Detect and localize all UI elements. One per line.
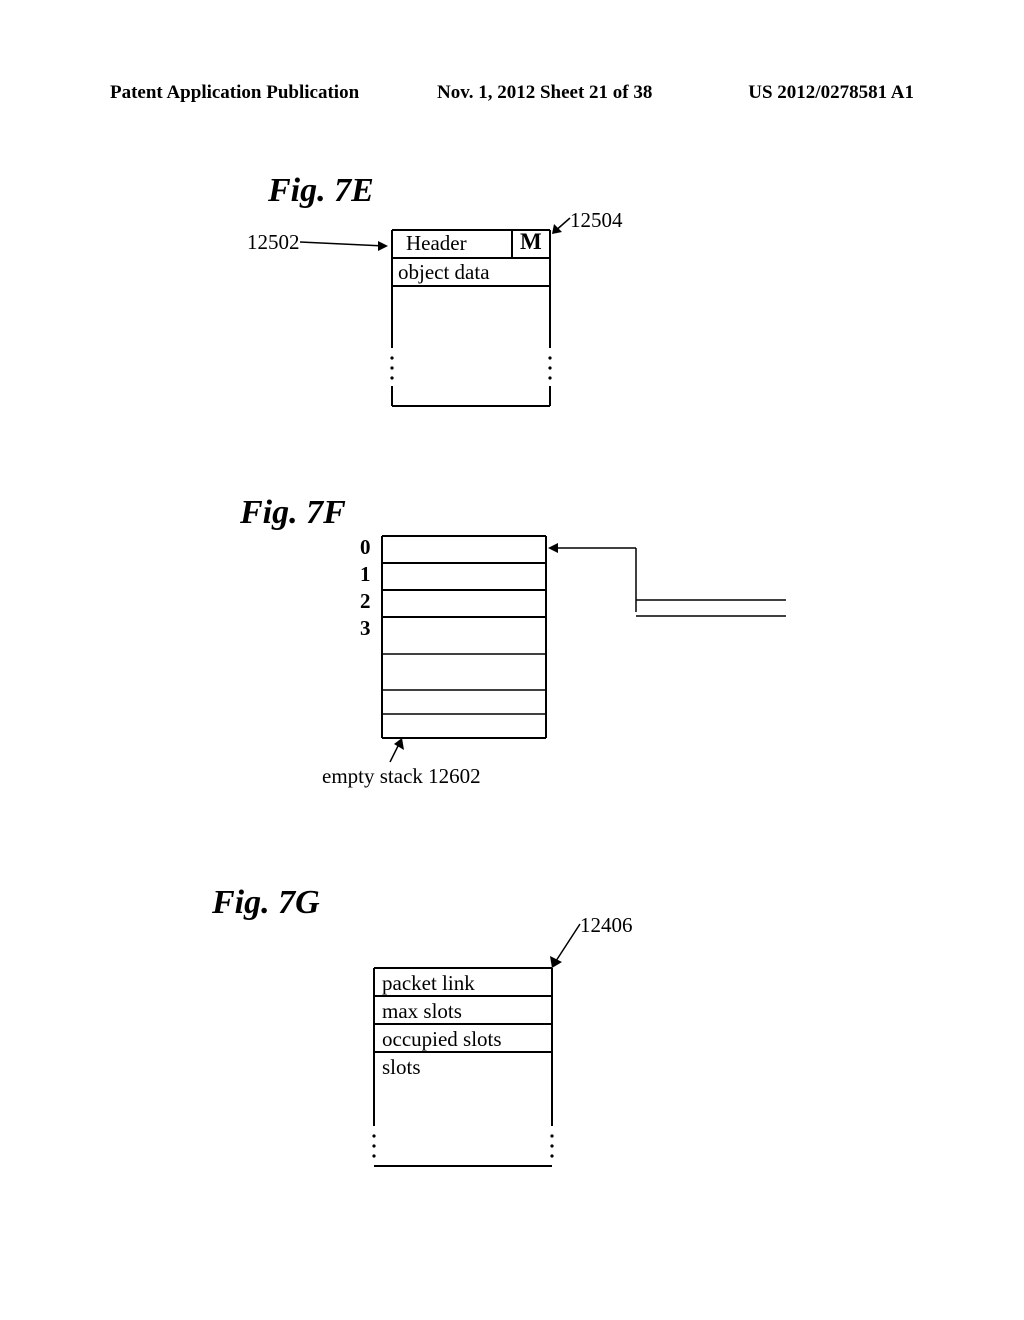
header-left: Patent Application Publication bbox=[110, 82, 359, 104]
fig-7f-title: Fig. 7F bbox=[240, 494, 346, 532]
fig-7f-idx-1: 1 bbox=[360, 562, 371, 587]
fig-7f-right-lines bbox=[546, 536, 806, 626]
fig-7e-arrow-right bbox=[540, 216, 580, 240]
fig-7e-ref-left: 12502 bbox=[247, 230, 300, 255]
fig-7e-header-cell: Header bbox=[406, 231, 467, 256]
fig-7f-idx-3: 3 bbox=[360, 616, 371, 641]
fig-7e-data-cell: object data bbox=[398, 260, 490, 285]
fig-7f-caption: empty stack 12602 bbox=[322, 764, 481, 789]
fig-7g-row1: packet link bbox=[382, 971, 475, 996]
fig-7e-arrow-left bbox=[300, 236, 400, 256]
fig-7f-arrow-empty bbox=[388, 736, 428, 766]
fig-7f-idx-0: 0 bbox=[360, 535, 371, 560]
fig-7g-row4: slots bbox=[382, 1055, 421, 1080]
fig-7e-m-cell: M bbox=[520, 229, 542, 255]
fig-7g-row2: max slots bbox=[382, 999, 462, 1024]
fig-7e-box bbox=[390, 228, 570, 418]
header-right: US 2012/0278581 A1 bbox=[748, 82, 914, 104]
fig-7g-title: Fig. 7G bbox=[212, 884, 320, 922]
header-middle: Nov. 1, 2012 Sheet 21 of 38 bbox=[341, 82, 748, 104]
fig-7g-row3: occupied slots bbox=[382, 1027, 502, 1052]
fig-7f-idx-2: 2 bbox=[360, 589, 371, 614]
fig-7f-box bbox=[380, 534, 560, 764]
fig-7e-title: Fig. 7E bbox=[268, 172, 374, 210]
page-header: Patent Application Publication Nov. 1, 2… bbox=[110, 82, 914, 104]
